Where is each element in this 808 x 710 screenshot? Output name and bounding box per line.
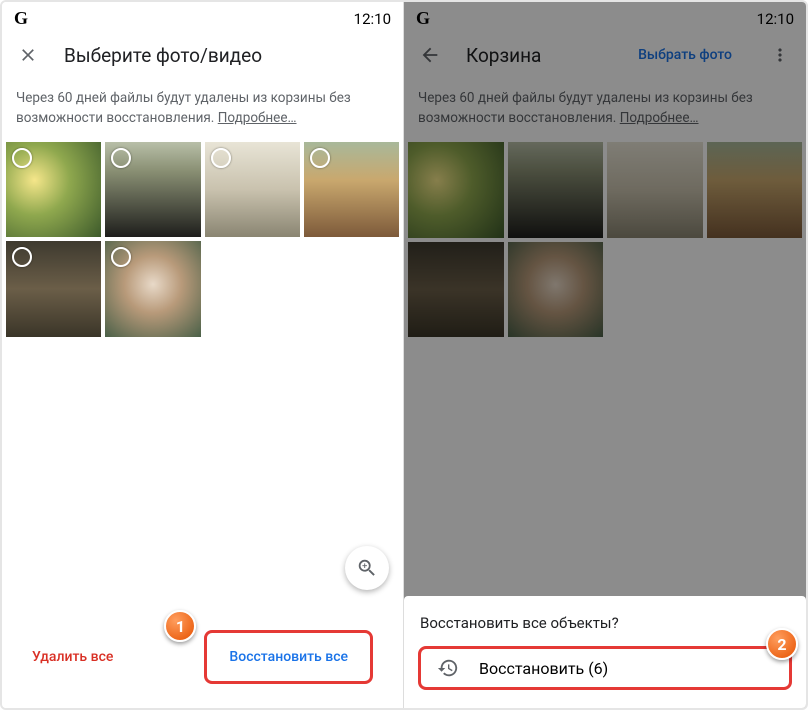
photo-thumb[interactable] [6, 142, 101, 237]
restore-action-highlight: Восстановить (6) [418, 646, 792, 690]
restore-all-button[interactable]: Восстановить все [229, 639, 348, 675]
status-bar: G 12:10 [2, 2, 403, 31]
photo-thumb[interactable] [205, 142, 300, 237]
content-area [2, 337, 403, 614]
selection-circle-icon[interactable] [111, 247, 131, 267]
google-g-logo: G [14, 8, 28, 29]
bottom-sheet: Восстановить все объекты? 2 Восстановить… [404, 596, 806, 708]
screen-trash-confirm: G 12:10 Корзина Выбрать фото Через 60 дн… [404, 2, 806, 708]
selection-circle-icon[interactable] [12, 148, 32, 168]
photo-thumb[interactable] [105, 142, 200, 237]
photo-thumb[interactable] [304, 142, 399, 237]
status-time: 12:10 [354, 10, 391, 28]
photo-grid [2, 142, 403, 337]
restore-action-button[interactable]: Восстановить (6) [479, 659, 608, 678]
app-bar: Выберите фото/видео [2, 31, 403, 79]
selection-circle-icon[interactable] [111, 148, 131, 168]
selection-circle-icon[interactable] [211, 148, 231, 168]
bottom-action-bar: Удалить все 1 Восстановить все [2, 614, 403, 708]
selection-circle-icon[interactable] [12, 247, 32, 267]
photo-thumb[interactable] [6, 241, 101, 336]
page-title: Выберите фото/видео [64, 44, 389, 67]
info-text-body: Через 60 дней файлы будут удалены из кор… [16, 90, 351, 126]
trash-info-text: Через 60 дней файлы будут удалены из кор… [2, 79, 403, 142]
zoom-fab[interactable] [345, 546, 389, 590]
callout-badge: 2 [766, 628, 798, 660]
callout-badge: 1 [164, 610, 196, 642]
restore-icon [437, 657, 459, 679]
screen-select-photos: G 12:10 Выберите фото/видео Через 60 дне… [2, 2, 404, 708]
sheet-title: Восстановить все объекты? [418, 614, 792, 632]
zoom-in-icon [356, 557, 378, 579]
delete-all-button[interactable]: Удалить все [32, 649, 113, 665]
learn-more-link[interactable]: Подробнее… [218, 110, 297, 126]
restore-all-highlight: Восстановить все [204, 630, 373, 684]
close-icon[interactable] [16, 43, 40, 67]
selection-circle-icon[interactable] [310, 148, 330, 168]
photo-thumb[interactable] [105, 241, 200, 336]
